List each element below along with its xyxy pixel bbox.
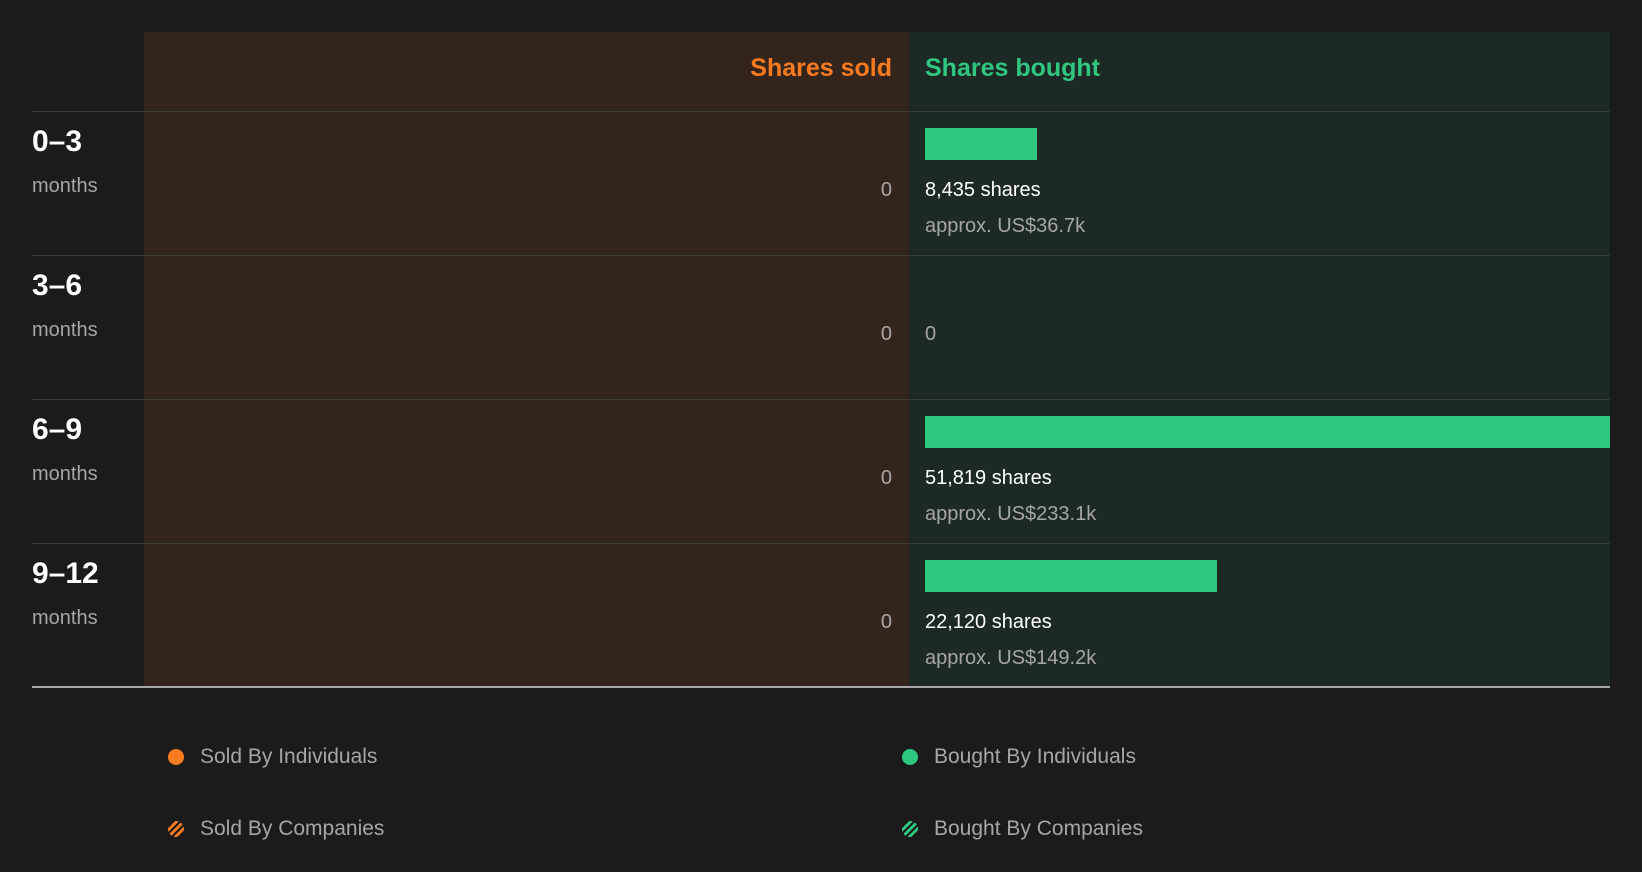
bought-bar (925, 128, 1037, 160)
sold-value-label: 0 (880, 611, 892, 633)
period-unit-label: months (32, 319, 98, 341)
legend-bought-companies[interactable]: Bought By Companies (902, 815, 1143, 843)
orange-dot-icon (168, 749, 184, 765)
legend-label: Bought By Companies (934, 817, 1143, 840)
period-row-3-6: 3–6 months 0 0 (0, 257, 1642, 401)
period-unit-label: months (32, 175, 98, 197)
bought-zero-label: 0 (925, 323, 937, 345)
bought-value-label: approx. US$36.7k (925, 215, 1086, 237)
row-divider (32, 111, 1610, 112)
bought-shares-label: 51,819 shares (925, 467, 1052, 489)
bought-value-label: approx. US$233.1k (925, 503, 1097, 525)
legend-label: Sold By Individuals (200, 745, 378, 768)
green-dot-icon (902, 749, 918, 765)
bought-shares-label: 22,120 shares (925, 611, 1052, 633)
period-range-label: 6–9 (32, 413, 83, 446)
bought-value-label: approx. US$149.2k (925, 647, 1097, 669)
legend-label: Sold By Companies (200, 817, 385, 840)
sold-value-label: 0 (880, 467, 892, 489)
shares-bought-header: Shares bought (925, 54, 1101, 82)
insider-trading-chart: Shares sold Shares bought 0–3 months 0 8… (0, 0, 1642, 872)
legend-sold-individuals[interactable]: Sold By Individuals (168, 743, 377, 771)
legend-sold-companies[interactable]: Sold By Companies (168, 815, 384, 843)
orange-striped-dot-icon (168, 821, 184, 837)
sold-value-label: 0 (880, 179, 892, 201)
period-unit-label: months (32, 463, 98, 485)
period-row-9-12: 9–12 months 0 22,120 shares approx. US$1… (0, 545, 1642, 689)
period-range-label: 9–12 (32, 557, 99, 590)
period-row-0-3: 0–3 months 0 8,435 shares approx. US$36.… (0, 113, 1642, 257)
bought-bar (925, 560, 1217, 592)
period-row-6-9: 6–9 months 0 51,819 shares approx. US$23… (0, 401, 1642, 545)
sold-value-label: 0 (880, 323, 892, 345)
bought-shares-label: 8,435 shares (925, 179, 1041, 201)
bought-bar (925, 416, 1610, 448)
period-range-label: 3–6 (32, 269, 83, 302)
shares-sold-header: Shares sold (750, 54, 892, 82)
legend-bought-individuals[interactable]: Bought By Individuals (902, 743, 1136, 771)
green-striped-dot-icon (902, 821, 918, 837)
legend-label: Bought By Individuals (934, 745, 1136, 768)
period-unit-label: months (32, 607, 98, 629)
period-range-label: 0–3 (32, 125, 83, 158)
